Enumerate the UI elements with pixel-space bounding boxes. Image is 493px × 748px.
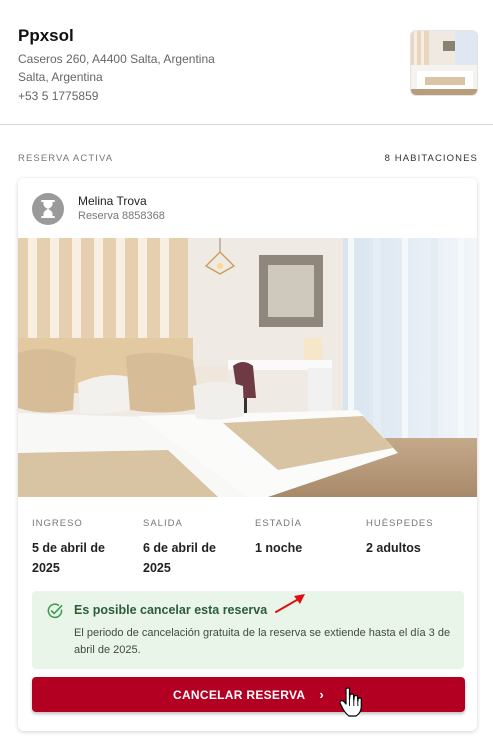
hourglass-icon [32,193,64,225]
hotel-header: Ppxsol Caseros 260, A4400 Salta, Argenti… [0,0,493,125]
checkout-date: 6 de abril de 2025 [143,541,216,575]
rooms-count-label[interactable]: 8 HABITACIONES [385,153,478,164]
notice-text: El periodo de cancelación gratuita de la… [74,627,451,656]
cancel-button-label: CANCELAR RESERVA [172,687,306,702]
notice-title: Es posible cancelar esta reserva [74,603,268,617]
hotel-thumbnail[interactable] [410,30,478,96]
annotation-arrow-icon [275,594,305,613]
room-photo [18,238,477,497]
checkin-label: INGRESO [32,518,83,529]
stay-length-value: 1 noche [255,541,303,555]
hotel-name: Ppxsol [18,26,74,45]
reservation-number: Reserva 8858368 [78,210,165,222]
hand-cursor-icon [339,687,362,717]
stay-length-label: ESTADÍA [255,518,302,529]
hotel-phone[interactable]: +53 5 1775859 [18,89,98,103]
reservation-card: Melina Trova Reserva 8858368 INGRESO 5 d… [18,178,477,731]
checkout-label: SALIDA [143,518,183,529]
guests-label: HUÉSPEDES [366,518,434,529]
check-circle-icon [47,603,63,619]
hotel-address-line2: Salta, Argentina [18,70,103,84]
checkin-date: 5 de abril de 2025 [32,541,105,575]
hotel-address-line1: Caseros 260, A4400 Salta, Argentina [18,52,215,66]
guests-value: 2 adultos [366,541,421,555]
active-reservation-label: RESERVA ACTIVA [18,153,114,164]
guest-name: Melina Trova [78,194,147,208]
cancel-reservation-button[interactable]: CANCELAR RESERVA › [32,677,465,712]
cancellation-notice: Es posible cancelar esta reserva El peri… [32,591,464,669]
chevron-right-icon: › [319,687,324,702]
